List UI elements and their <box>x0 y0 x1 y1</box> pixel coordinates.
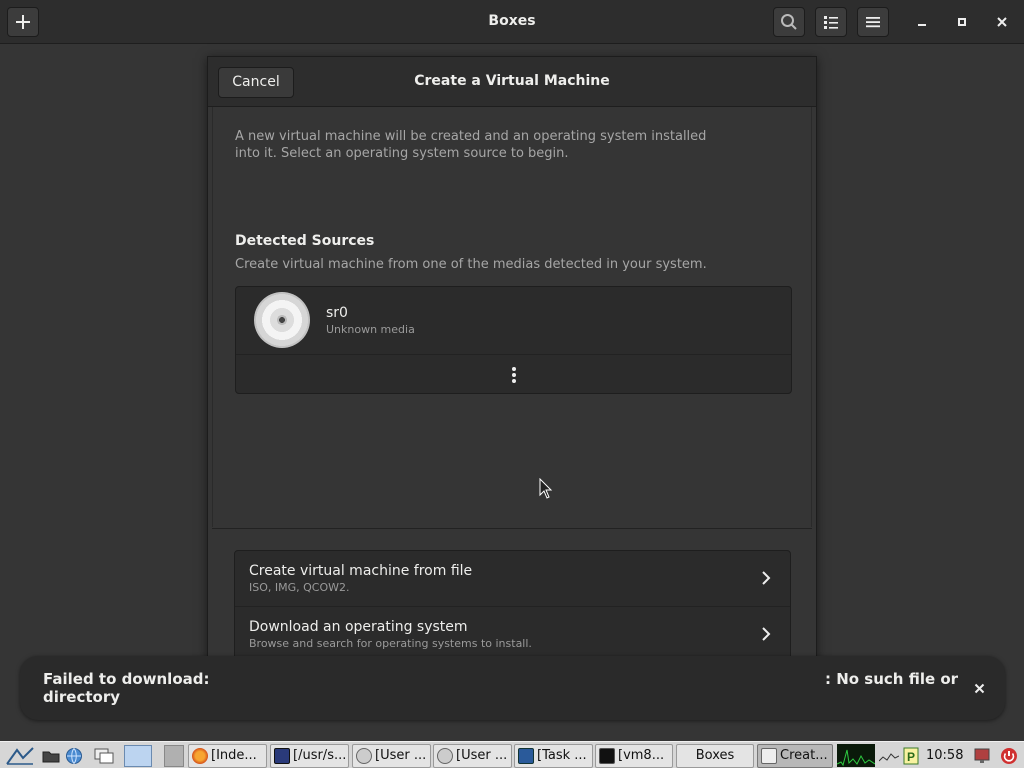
taskbar-task-8[interactable]: Creat... <box>757 744 833 768</box>
notification-text-start: Failed to download: <box>43 670 210 688</box>
taskbar-task-7[interactable]: Boxes <box>676 744 754 768</box>
task-label: [Inde... <box>211 748 257 763</box>
terminal-icon <box>274 748 290 764</box>
task-label: Boxes <box>695 748 735 763</box>
file-manager-launcher[interactable] <box>40 745 62 767</box>
close-icon <box>997 17 1007 27</box>
close-window-button[interactable] <box>988 8 1016 36</box>
window-switcher-launcher[interactable] <box>93 745 115 767</box>
hamburger-menu-icon <box>866 17 880 28</box>
search-button[interactable] <box>773 7 805 37</box>
detected-sources-list: sr0 Unknown media <box>235 286 792 394</box>
task-label: [User ... <box>456 748 508 763</box>
monitor-icon <box>974 748 990 763</box>
detected-sources-description: Create virtual machine from one of the m… <box>235 257 707 272</box>
more-sources-button[interactable] <box>236 356 791 393</box>
network-graph-icon <box>879 753 899 762</box>
settings-icon <box>356 748 372 764</box>
option-subtitle: ISO, IMG, QCOW2. <box>249 581 350 594</box>
header-bar: Boxes <box>0 0 1024 44</box>
create-from-file-option[interactable]: Create virtual machine from file ISO, IM… <box>235 551 790 606</box>
maximize-icon <box>958 18 966 26</box>
display-indicator[interactable] <box>971 745 993 767</box>
taskbar-task-1[interactable]: [Inde... <box>188 744 267 768</box>
boxes-icon <box>761 748 777 764</box>
task-label: [vm8... <box>618 748 665 763</box>
windows-icon <box>94 748 114 764</box>
taskbar: [Inde... [/usr/s... [User ... [User ... … <box>0 741 1024 768</box>
intro-text: A new virtual machine will be created an… <box>235 129 707 161</box>
maximize-button[interactable] <box>948 8 976 36</box>
lxde-logo-icon <box>6 747 34 765</box>
notification-text-line2: directory <box>43 688 120 706</box>
task-manager-icon <box>518 748 534 764</box>
dialog-body: A new virtual machine will be created an… <box>212 107 812 527</box>
task-label: [Task ... <box>537 748 587 763</box>
chevron-right-icon <box>762 627 771 641</box>
option-title: Create virtual machine from file <box>249 563 473 579</box>
chevron-right-icon <box>762 571 771 585</box>
dialog-header: Cancel Create a Virtual Machine <box>208 57 816 107</box>
optical-disc-icon <box>254 292 310 348</box>
source-item-sr0[interactable]: sr0 Unknown media <box>236 287 791 355</box>
option-title: Download an operating system <box>249 619 468 635</box>
taskbar-task-3[interactable]: [User ... <box>352 744 431 768</box>
source-options-list: Create virtual machine from file ISO, IM… <box>234 550 791 661</box>
power-button[interactable] <box>998 745 1020 767</box>
vertical-ellipsis-icon <box>511 366 516 383</box>
task-label: [/usr/s... <box>293 748 347 763</box>
mouse-cursor-icon <box>539 478 553 499</box>
option-subtitle: Browse and search for operating systems … <box>249 637 532 650</box>
task-label: Creat... <box>780 748 828 763</box>
menu-button[interactable] <box>857 7 889 37</box>
close-icon <box>974 683 984 693</box>
start-menu-button[interactable] <box>2 745 38 767</box>
firefox-icon <box>192 748 208 764</box>
svg-text:P: P <box>907 750 915 764</box>
download-os-option[interactable]: Download an operating system Browse and … <box>235 606 790 661</box>
dialog-title: Create a Virtual Machine <box>414 73 610 89</box>
browser-launcher[interactable] <box>63 745 85 767</box>
minimize-button[interactable] <box>908 8 936 36</box>
source-subtitle: Unknown media <box>326 323 415 336</box>
search-icon <box>781 14 797 30</box>
minimize-icon <box>918 24 926 26</box>
create-vm-dialog: Cancel Create a Virtual Machine A new vi… <box>207 56 817 686</box>
p-badge-icon: P <box>903 747 919 765</box>
clock[interactable]: 10:58 <box>926 742 963 768</box>
power-icon <box>1001 748 1017 764</box>
list-view-button[interactable] <box>815 7 847 37</box>
list-view-icon <box>824 16 838 29</box>
notification-close-button[interactable] <box>969 678 989 698</box>
taskbar-task-6[interactable]: [vm8... <box>595 744 673 768</box>
terminal-icon <box>599 748 615 764</box>
taskbar-task-5[interactable]: [Task ... <box>514 744 593 768</box>
error-notification: Failed to download: : No such file or di… <box>20 656 1005 720</box>
settings-icon <box>437 748 453 764</box>
desktop-pager-active[interactable] <box>124 745 152 767</box>
plus-icon <box>16 15 30 29</box>
notification-text-end: : No such file or <box>825 670 959 688</box>
source-name: sr0 <box>326 305 348 321</box>
network-indicator[interactable] <box>879 745 899 767</box>
task-label: [User ... <box>375 748 427 763</box>
globe-icon <box>66 748 82 764</box>
taskbar-task-2[interactable]: [/usr/s... <box>270 744 349 768</box>
new-button[interactable] <box>7 7 39 37</box>
cpu-monitor-graph <box>836 744 876 767</box>
cpu-graph-icon <box>836 749 876 767</box>
detected-sources-heading: Detected Sources <box>235 233 375 249</box>
taskbar-task-4[interactable]: [User ... <box>433 744 512 768</box>
clipboard-indicator[interactable]: P <box>901 745 921 767</box>
folder-icon <box>42 751 60 763</box>
notification-text: Failed to download: : No such file or di… <box>43 670 963 706</box>
desktop-pager[interactable] <box>164 745 184 767</box>
